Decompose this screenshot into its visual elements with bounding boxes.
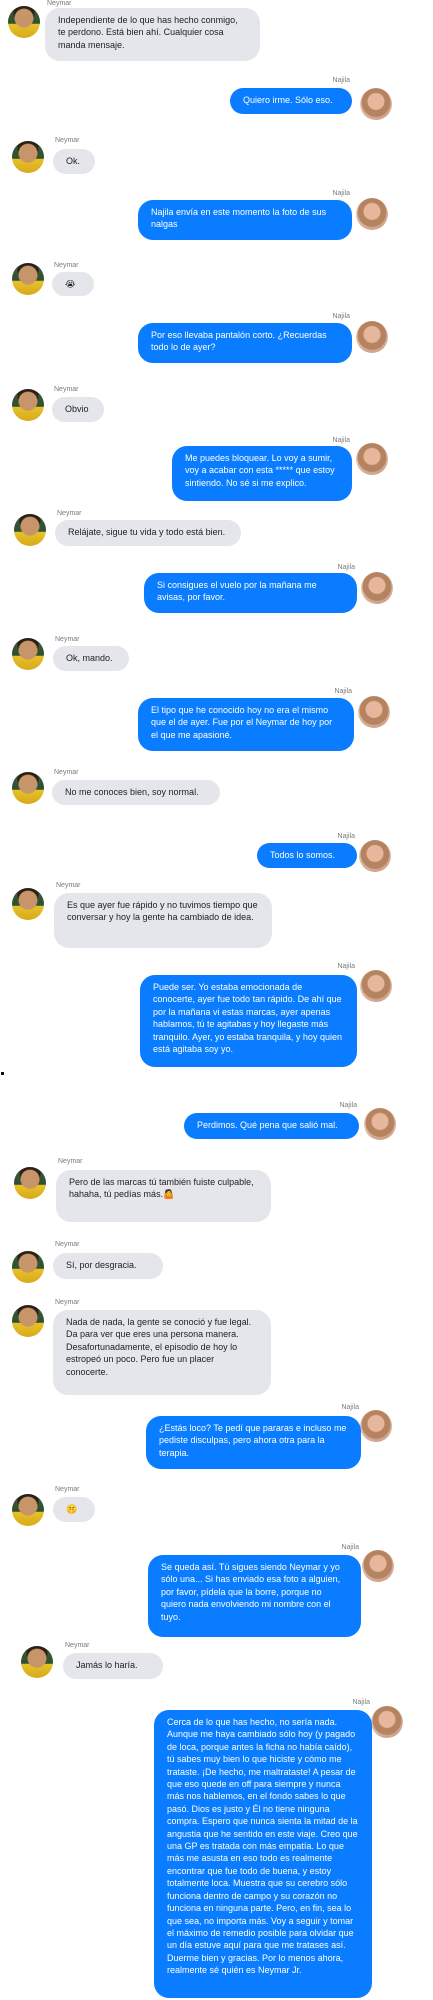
message-bubble[interactable]: 😭	[52, 272, 94, 297]
message-bubble[interactable]: Todos lo somos.	[257, 843, 357, 868]
chat-conversation: Neymar Independiente de lo que has hecho …	[0, 0, 433, 2000]
sender-name: Najila	[332, 313, 350, 320]
neymar-avatar[interactable]	[12, 141, 44, 173]
najila-avatar[interactable]	[361, 572, 393, 604]
sender-name: Neymar	[47, 0, 72, 7]
najila-avatar[interactable]	[358, 696, 390, 728]
sender-name: Neymar	[58, 1158, 83, 1165]
najila-avatar[interactable]	[360, 88, 392, 120]
message-bubble[interactable]: Ok.	[53, 149, 95, 174]
message-bubble[interactable]: Independiente de lo que has hecho conmig…	[45, 8, 260, 61]
neymar-avatar[interactable]	[8, 6, 40, 38]
neymar-avatar[interactable]	[14, 1167, 46, 1199]
sender-name: Neymar	[54, 386, 79, 393]
neymar-avatar[interactable]	[12, 1494, 44, 1526]
sender-name: Najila	[341, 1404, 359, 1411]
neymar-avatar[interactable]	[12, 389, 44, 421]
sender-name: Neymar	[65, 1642, 90, 1649]
message-bubble[interactable]: Es que ayer fue rápido y no tuvimos tiem…	[54, 893, 272, 948]
sender-name: Neymar	[55, 1486, 80, 1493]
neymar-avatar[interactable]	[12, 638, 44, 670]
sender-name: Najila	[332, 77, 350, 84]
najila-avatar[interactable]	[356, 443, 388, 475]
message-bubble[interactable]: Obvio	[52, 397, 104, 422]
neymar-avatar[interactable]	[14, 514, 46, 546]
stray-dot	[1, 1072, 4, 1075]
message-bubble[interactable]: Nada de nada, la gente se conoció y fue …	[53, 1310, 271, 1395]
message-bubble[interactable]: Cerca de lo que has hecho, no sería nada…	[154, 1710, 372, 1998]
sender-name: Najila	[332, 190, 350, 197]
neymar-avatar[interactable]	[12, 263, 44, 295]
sender-name: Neymar	[54, 769, 79, 776]
message-bubble[interactable]: Por eso llevaba pantalón corto. ¿Recuerd…	[138, 323, 352, 363]
najila-avatar[interactable]	[360, 970, 392, 1002]
sender-name: Najila	[341, 1544, 359, 1551]
message-bubble[interactable]: Perdimos. Qué pena que salió mal.	[184, 1113, 359, 1139]
sender-name: Neymar	[55, 1299, 80, 1306]
message-bubble[interactable]: ¿Estás loco? Te pedí que pararas e inclu…	[146, 1416, 361, 1469]
neymar-avatar[interactable]	[12, 1305, 44, 1337]
najila-avatar[interactable]	[360, 1410, 392, 1442]
message-bubble[interactable]: Puede ser. Yo estaba emocionada de conoc…	[140, 975, 357, 1067]
sender-name: Neymar	[57, 510, 82, 517]
neymar-avatar[interactable]	[12, 1251, 44, 1283]
najila-avatar[interactable]	[364, 1108, 396, 1140]
message-bubble[interactable]: No me conoces bien, soy normal.	[52, 780, 220, 805]
najila-avatar[interactable]	[356, 321, 388, 353]
sender-name: Neymar	[55, 636, 80, 643]
neymar-avatar[interactable]	[12, 772, 44, 804]
sender-name: Neymar	[54, 262, 79, 269]
sender-name: Najila	[332, 437, 350, 444]
sender-name: Neymar	[56, 882, 81, 889]
message-bubble[interactable]: Quiero irme. Sólo eso.	[230, 88, 352, 114]
message-bubble[interactable]: 🤫	[53, 1497, 95, 1522]
najila-avatar[interactable]	[371, 1706, 403, 1738]
neymar-avatar[interactable]	[12, 888, 44, 920]
message-bubble[interactable]: Relájate, sigue tu vida y todo está bien…	[55, 520, 241, 546]
sender-name: Najila	[352, 1699, 370, 1706]
message-bubble[interactable]: Sí, por desgracia.	[53, 1253, 163, 1279]
message-bubble[interactable]: Najila envía en este momento la foto de …	[138, 200, 352, 240]
message-bubble[interactable]: Jamás lo haría.	[63, 1653, 163, 1679]
sender-name: Najila	[334, 688, 352, 695]
message-bubble[interactable]: Si consigues el vuelo por la mañana me a…	[144, 573, 357, 613]
sender-name: Najila	[337, 564, 355, 571]
sender-name: Neymar	[55, 1241, 80, 1248]
najila-avatar[interactable]	[362, 1550, 394, 1582]
sender-name: Najila	[339, 1102, 357, 1109]
message-bubble[interactable]: Ok, mando.	[53, 646, 129, 671]
sender-name: Neymar	[55, 137, 80, 144]
neymar-avatar[interactable]	[21, 1646, 53, 1678]
message-bubble[interactable]: Pero de las marcas tú también fuiste cul…	[56, 1170, 271, 1222]
message-bubble[interactable]: El tipo que he conocido hoy no era el mi…	[138, 698, 354, 751]
najila-avatar[interactable]	[359, 840, 391, 872]
sender-name: Najila	[337, 833, 355, 840]
message-bubble[interactable]: Me puedes bloquear. Lo voy a sumir, voy …	[172, 446, 352, 501]
message-bubble[interactable]: Se queda así. Tú sigues siendo Neymar y …	[148, 1555, 361, 1637]
sender-name: Najila	[337, 963, 355, 970]
najila-avatar[interactable]	[356, 198, 388, 230]
